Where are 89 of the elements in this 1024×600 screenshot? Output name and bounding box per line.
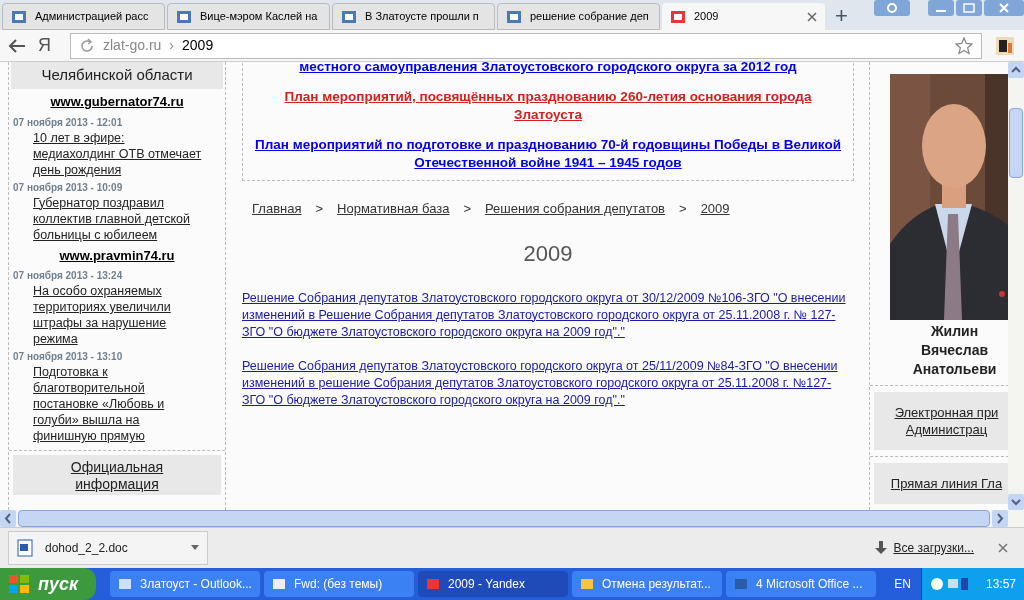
- download-icon: [875, 541, 888, 555]
- windows-logo-icon: [8, 574, 30, 594]
- breadcrumb-separator: >: [315, 200, 324, 218]
- breadcrumb-separator: >: [679, 200, 687, 218]
- person-name: Жилин: [929, 322, 980, 341]
- app-icon: [734, 577, 748, 591]
- close-icon[interactable]: [807, 11, 817, 22]
- clock: 13:57: [985, 576, 1016, 593]
- browser-tab[interactable]: Вице-мэром Каслей на: [167, 3, 330, 30]
- scroll-up-icon[interactable]: [1008, 62, 1024, 78]
- url-domain: zlat-go.ru: [103, 36, 162, 55]
- news-link[interactable]: Подготовка к благотворительной постановке «Любовь и голуби» вышла на финишную прямую: [9, 364, 225, 444]
- minimize-icon[interactable]: [928, 0, 954, 16]
- download-filename: dohod_2_2.doc: [45, 540, 128, 557]
- source-link[interactable]: www.gubernator74.ru: [9, 92, 225, 112]
- download-item[interactable]: dohod_2_2.doc: [8, 531, 208, 565]
- browser-tab[interactable]: В Златоусте прошли п: [332, 3, 495, 30]
- site-icon: [506, 8, 522, 25]
- region-title: Челябинской области: [41, 66, 193, 83]
- browser-tab[interactable]: решение собрание деп: [497, 3, 660, 30]
- url-path: 2009: [182, 36, 214, 55]
- breadcrumb-link[interactable]: Нормативная база: [337, 199, 450, 219]
- reload-icon[interactable]: [79, 37, 95, 54]
- site-icon: [341, 8, 357, 25]
- home-button[interactable]: Я: [38, 32, 58, 59]
- breadcrumb-separator: >: [463, 200, 471, 218]
- sidebar-link[interactable]: Электронная при: [874, 404, 1008, 421]
- featured-link[interactable]: План мероприятий по подготовке и празднованию 70-й годовщины Победы в Великой Отечественной войне 1941 – 1945 годов: [251, 136, 845, 172]
- news-date: 07 ноября 2013 - 13:24: [12, 269, 124, 283]
- taskbar-button[interactable]: Отмена результат...: [572, 571, 722, 597]
- caret-icon[interactable]: [191, 545, 199, 551]
- tab-title: Вице-мэром Каслей на: [200, 9, 318, 25]
- news-link[interactable]: На особо охраняемых территориях увеличили штрафы за нарушение режима: [9, 283, 225, 347]
- taskbar-button[interactable]: Златоуст - Outlook...: [110, 571, 260, 597]
- browser-tab[interactable]: 2009: [662, 3, 825, 30]
- document-link[interactable]: Решение Собрания депутатов Златоустовского городского округа от 25/11/2009 №84-ЗГО "О внесении изменений в решение Собрания депутатов Златоустовского городского округа от 25.11.2008 г. №127-ЗГО "О бюджете Златоустовского городского округа на 2009 год".": [242, 357, 854, 409]
- page-heading: 2009: [522, 239, 574, 268]
- taskbar-button[interactable]: 2009 - Yandex: [418, 571, 568, 597]
- breadcrumb-link[interactable]: 2009: [700, 199, 730, 219]
- person-name: Вячеслав: [919, 341, 990, 360]
- news-link[interactable]: 10 лет в эфире: медиахолдинг ОТВ отмечает день рождения: [9, 129, 225, 178]
- document-link[interactable]: Решение Собрания депутатов Златоустовского городского округа от 30/12/2009 №106-ЗГО "О внесении изменений в Решение Собрания депутатов Златоустовского городского округа от 25.11.2008 г. № 127-ЗГО "О бюджете Златоустовского городского округа на 2009 год".": [242, 289, 854, 341]
- vertical-scrollbar[interactable]: [1008, 62, 1024, 510]
- scroll-down-icon[interactable]: [1008, 494, 1024, 510]
- tab-title: В Златоусте прошли п: [365, 9, 479, 25]
- app-icon: [272, 577, 286, 591]
- featured-link[interactable]: местного самоуправления Златоустовского городского округа за 2012 год: [251, 62, 845, 76]
- star-icon[interactable]: [955, 36, 973, 55]
- bookmark-icon[interactable]: [994, 34, 1016, 57]
- maximize-icon[interactable]: [956, 0, 982, 16]
- person-name: Анатольеви: [911, 360, 998, 379]
- news-link[interactable]: Губернатор поздравил коллектив главной детской больницы с юбилеем: [9, 194, 225, 243]
- start-button[interactable]: пуск: [0, 568, 96, 600]
- news-date: 07 ноября 2013 - 10:09: [12, 180, 124, 195]
- scroll-left-icon[interactable]: [0, 510, 16, 527]
- tab-title: Администрацией расс: [35, 9, 149, 25]
- site-icon: [670, 8, 686, 25]
- sidebar-link[interactable]: Прямая линия Гла: [874, 475, 1008, 492]
- taskbar-button[interactable]: 4 Microsoft Office ...: [726, 571, 876, 597]
- close-icon[interactable]: [998, 543, 1008, 553]
- breadcrumb-link[interactable]: Решения собрания депутатов: [485, 199, 666, 219]
- tray-icons-drawing: [929, 576, 970, 592]
- breadcrumb-link[interactable]: Главная: [252, 199, 302, 219]
- sidebar-link[interactable]: Администрац: [874, 421, 1008, 438]
- new-tab-button[interactable]: +: [827, 0, 856, 32]
- scroll-right-icon[interactable]: [992, 510, 1008, 527]
- app-icon: [426, 577, 440, 591]
- browser-tab[interactable]: Администрацией расс: [2, 3, 165, 30]
- tab-title: 2009: [694, 9, 719, 25]
- document-icon: [17, 539, 33, 557]
- language-indicator[interactable]: EN: [894, 575, 911, 593]
- close-icon[interactable]: [984, 0, 1024, 16]
- all-downloads-link[interactable]: Все загрузки...: [893, 539, 974, 557]
- news-date: 07 ноября 2013 - 13:10: [12, 350, 124, 364]
- news-date: 07 ноября 2013 - 12:01: [12, 115, 124, 130]
- tab-title: решение собрание деп: [530, 9, 649, 25]
- source-link[interactable]: www.pravmin74.ru: [9, 245, 225, 265]
- taskbar-button[interactable]: Fwd: (без темы): [264, 571, 414, 597]
- back-icon[interactable]: [8, 38, 26, 53]
- scrollbar-thumb[interactable]: [1009, 108, 1023, 178]
- info-link[interactable]: Официальная информация: [53, 459, 181, 493]
- featured-link[interactable]: План мероприятий, посвящённых празднованию 260-летия основания города Златоуста: [251, 88, 845, 124]
- site-icon: [11, 8, 27, 25]
- address-field[interactable]: zlat-go.ru › 2009: [70, 32, 982, 59]
- app-icon: [118, 577, 132, 591]
- settings-icon[interactable]: [874, 0, 910, 16]
- app-icon: [580, 577, 594, 591]
- site-icon: [176, 8, 192, 25]
- url-separator: ›: [169, 36, 175, 55]
